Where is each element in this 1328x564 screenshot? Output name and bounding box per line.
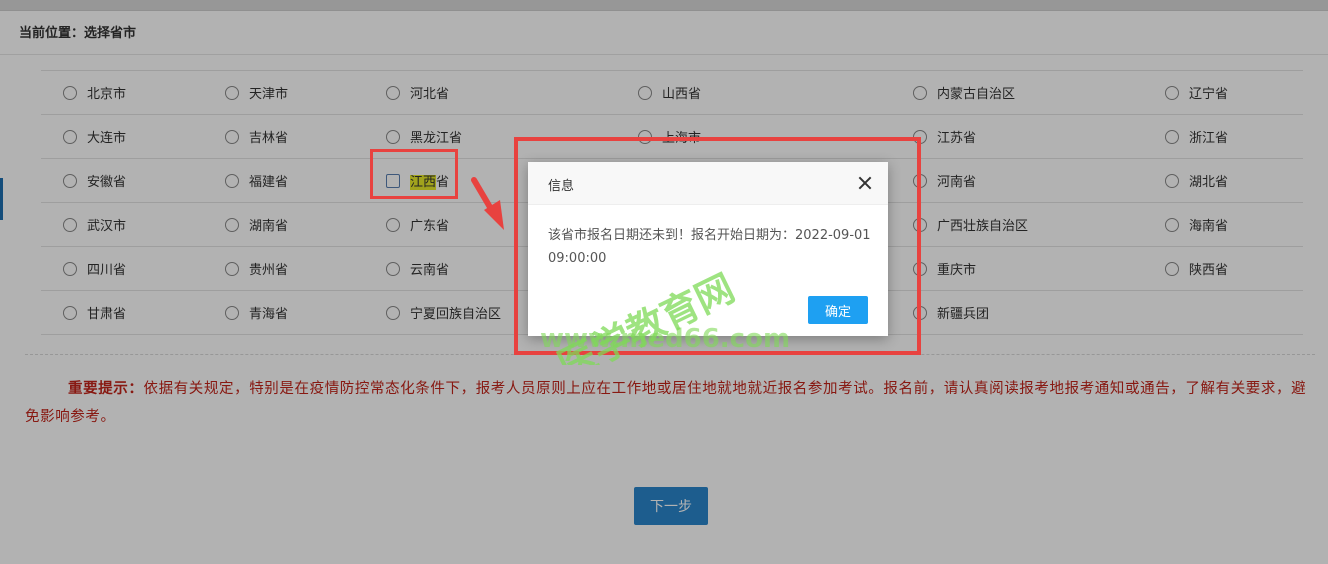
dialog-title: 信息 [548,179,575,194]
close-icon[interactable] [858,176,872,190]
annotation-box-jiangxi [370,149,458,199]
confirm-button[interactable]: 确定 [808,296,868,324]
dialog-message: 该省市报名日期还未到！报名开始日期为：2022-09-01 09:00:00 [548,228,871,266]
dialog-header: 信息 [528,162,888,205]
info-dialog: 信息 该省市报名日期还未到！报名开始日期为：2022-09-01 09:00:0… [528,162,888,336]
